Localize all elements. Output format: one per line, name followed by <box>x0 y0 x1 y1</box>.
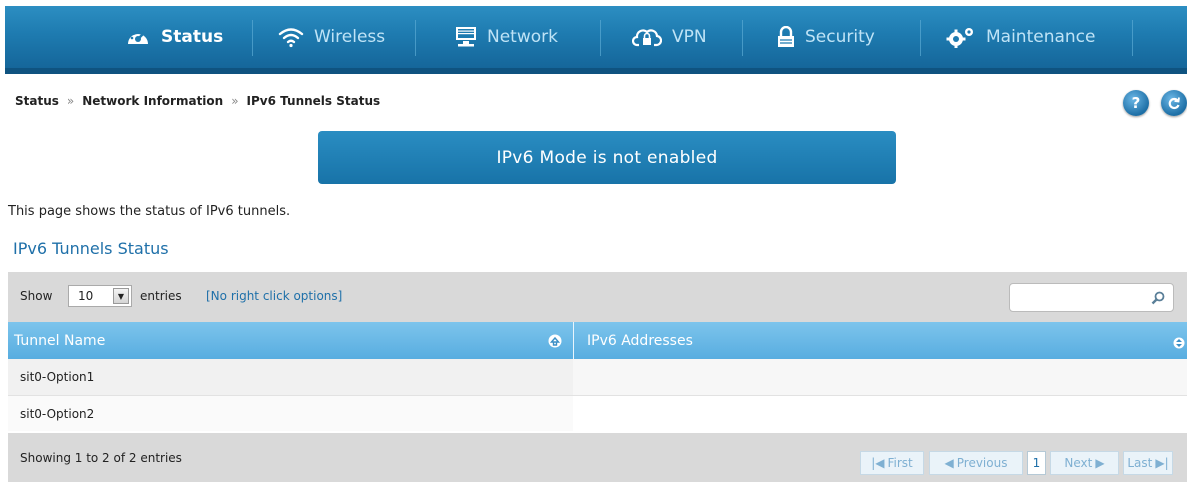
sort-up-icon[interactable] <box>548 333 562 352</box>
cell-tunnel-name: sit0-Option2 <box>20 406 95 421</box>
nav-tab-status-label: Status <box>161 27 224 47</box>
table-row[interactable]: sit0-Option2 <box>8 395 1187 431</box>
last-page-button[interactable]: Last ▶| <box>1123 451 1173 475</box>
gears-icon <box>946 26 976 48</box>
show-label: Show <box>20 289 53 303</box>
last-page-icon: ▶| <box>1155 456 1169 470</box>
help-icon-label: ? <box>1131 94 1141 112</box>
nav-tab-maintenance[interactable]: Maintenance <box>946 6 1095 68</box>
column-header-ipv6-addresses[interactable]: IPv6 Addresses <box>587 322 693 359</box>
breadcrumb-status[interactable]: Status <box>15 94 59 108</box>
previous-page-icon: ◀ <box>944 456 954 470</box>
cell-tunnel-name: sit0-Option1 <box>20 370 95 384</box>
breadcrumb-current-page: IPv6 Tunnels Status <box>246 94 381 108</box>
breadcrumb-separator: » <box>231 94 239 108</box>
nav-tab-status[interactable]: Status <box>125 6 223 68</box>
wifi-icon <box>278 26 304 48</box>
entries-label: entries <box>140 289 182 303</box>
previous-page-button[interactable]: ◀ Previous <box>929 451 1023 475</box>
nav-tab-security-label: Security <box>805 27 875 47</box>
page-size-select[interactable]: 10 ▼ <box>68 285 132 307</box>
nav-tab-maintenance-label: Maintenance <box>986 27 1096 47</box>
chevron-down-icon: ▼ <box>113 288 129 304</box>
page-size-value: 10 <box>78 289 94 303</box>
help-icon[interactable]: ? <box>1123 90 1149 116</box>
ipv6-mode-alert: IPv6 Mode is not enabled <box>318 131 896 184</box>
showing-entries-text: Showing 1 to 2 of 2 entries <box>20 451 182 465</box>
cell-ipv6-addresses <box>573 396 1187 431</box>
nav-tab-vpn-label: VPN <box>672 27 707 47</box>
cell-ipv6-addresses <box>573 359 1187 395</box>
table-footer: Showing 1 to 2 of 2 entries |◀ First ◀ Pre… <box>8 433 1187 482</box>
first-page-label: First <box>887 456 913 470</box>
monitor-icon <box>455 26 477 48</box>
breadcrumb-network-information[interactable]: Network Information <box>82 94 223 108</box>
table-toolbar: Show 10 ▼ entries [No right click option… <box>8 272 1187 322</box>
search-input[interactable] <box>1009 283 1174 312</box>
nav-tab-wireless[interactable]: Wireless <box>278 6 385 68</box>
lock-icon <box>777 26 795 48</box>
first-page-button[interactable]: |◀ First <box>860 451 924 475</box>
gauge-icon <box>125 26 151 48</box>
top-navigation-bar: Status Wireless Network VPN Security Mai… <box>5 6 1187 74</box>
section-title: IPv6 Tunnels Status <box>13 239 169 258</box>
column-header-ipv6-addresses-label: IPv6 Addresses <box>587 332 693 349</box>
next-page-button[interactable]: Next ▶ <box>1050 451 1119 475</box>
page-description: This page shows the status of IPv6 tunne… <box>8 204 291 219</box>
last-page-label: Last <box>1127 456 1153 470</box>
nav-tab-security[interactable]: Security <box>777 6 875 68</box>
nav-tab-wireless-label: Wireless <box>314 27 386 47</box>
nav-tab-network[interactable]: Network <box>455 6 558 68</box>
current-page-label: 1 <box>1032 456 1041 470</box>
next-page-label: Next <box>1064 456 1093 470</box>
table-header: Tunnel Name IPv6 Addresses <box>8 322 1187 359</box>
first-page-icon: |◀ <box>871 456 885 470</box>
cloud-lock-icon <box>632 26 662 48</box>
refresh-icon[interactable] <box>1161 90 1187 116</box>
breadcrumb-separator: » <box>66 94 75 108</box>
alert-text: IPv6 Mode is not enabled <box>496 147 718 168</box>
column-header-tunnel-name-label: Tunnel Name <box>14 332 106 349</box>
breadcrumb: Status » Network Information » IPv6 Tunn… <box>15 94 380 108</box>
search-icon <box>1151 290 1165 309</box>
no-right-click-options-link[interactable]: [No right click options] <box>206 289 342 303</box>
sort-both-icon[interactable] <box>1173 334 1185 353</box>
current-page-button[interactable]: 1 <box>1027 451 1046 475</box>
next-page-icon: ▶ <box>1095 456 1105 470</box>
nav-tab-network-label: Network <box>487 27 558 47</box>
previous-page-label: Previous <box>956 456 1008 470</box>
nav-tab-vpn[interactable]: VPN <box>632 6 707 68</box>
table-row[interactable]: sit0-Option1 <box>8 359 1187 395</box>
column-header-tunnel-name[interactable]: Tunnel Name <box>14 322 105 359</box>
